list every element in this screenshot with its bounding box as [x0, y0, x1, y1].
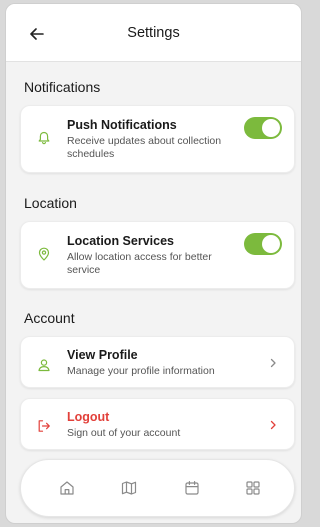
map-icon — [121, 481, 137, 495]
toggle-knob — [262, 119, 280, 137]
chevron-right-icon — [270, 358, 276, 368]
logout-description: Sign out of your account — [67, 427, 181, 439]
push-notifications-title: Push Notifications — [67, 118, 177, 132]
toggle-knob — [262, 235, 280, 253]
home-icon — [60, 481, 74, 495]
view-profile-description: Manage your profile information — [67, 365, 215, 377]
logout-title: Logout — [67, 410, 110, 424]
map-pin-icon — [38, 247, 50, 261]
bell-icon — [38, 131, 50, 145]
grid-icon — [246, 481, 260, 495]
location-services-description: Allow location access for better service — [67, 251, 212, 276]
section-title-notifications: Notifications — [24, 79, 101, 95]
nav-calendar[interactable] — [183, 479, 201, 497]
location-services-card: Location Services Allow location access … — [20, 221, 295, 289]
nav-grid[interactable] — [244, 479, 262, 497]
nav-map[interactable] — [120, 479, 138, 497]
push-notifications-description: Receive updates about collection schedul… — [67, 135, 222, 160]
page-title: Settings — [127, 25, 180, 41]
user-icon — [38, 359, 50, 372]
phone-screen: Settings Notifications Push Notification… — [5, 3, 302, 524]
section-title-account: Account — [24, 310, 75, 326]
view-profile-card[interactable]: View Profile Manage your profile informa… — [20, 336, 295, 388]
logout-card[interactable]: Logout Sign out of your account — [20, 398, 295, 450]
chevron-right-icon — [270, 420, 276, 430]
bottom-navigation — [20, 459, 295, 517]
nav-home[interactable] — [58, 479, 76, 497]
section-title-location: Location — [24, 195, 77, 211]
logout-icon — [38, 420, 50, 432]
push-notifications-card: Push Notifications Receive updates about… — [20, 105, 295, 173]
location-services-title: Location Services — [67, 234, 174, 248]
view-profile-title: View Profile — [67, 348, 138, 362]
push-notifications-toggle[interactable] — [244, 117, 282, 139]
calendar-icon — [185, 481, 199, 495]
location-services-toggle[interactable] — [244, 233, 282, 255]
top-bar: Settings — [6, 4, 301, 62]
